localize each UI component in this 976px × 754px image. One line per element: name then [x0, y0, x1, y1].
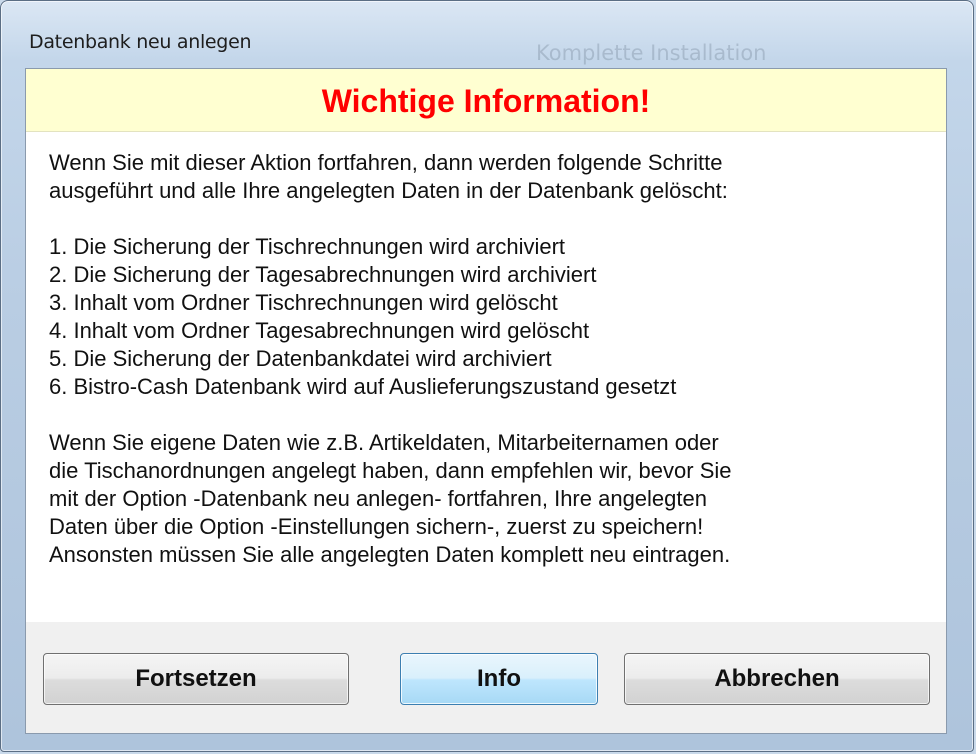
- dialog-client-area: Wichtige Information! Wenn Sie mit diese…: [25, 68, 947, 734]
- warning-banner: Wichtige Information!: [26, 69, 946, 132]
- intro-line: ausgeführt und alle Ihre angelegten Date…: [49, 178, 728, 203]
- title-bar[interactable]: Datenbank neu anlegen Komplette Installa…: [1, 1, 973, 69]
- note-line: die Tischanordnungen angelegt haben, dan…: [49, 458, 732, 483]
- warning-heading: Wichtige Information!: [321, 83, 651, 119]
- message-body: Wenn Sie mit dieser Aktion fortfahren, d…: [49, 149, 929, 569]
- step-item: 4. Inhalt vom Ordner Tagesabrechnungen w…: [49, 318, 590, 343]
- dialog-window: Datenbank neu anlegen Komplette Installa…: [0, 0, 974, 752]
- step-item: 5. Die Sicherung der Datenbankdatei wird…: [49, 346, 552, 371]
- step-item: 2. Die Sicherung der Tagesabrechnungen w…: [49, 262, 597, 287]
- intro-line: Wenn Sie mit dieser Aktion fortfahren, d…: [49, 150, 723, 175]
- note-line: mit der Option -Datenbank neu anlegen- f…: [49, 486, 707, 511]
- note-line: Ansonsten müssen Sie alle angelegten Dat…: [49, 542, 731, 567]
- continue-button[interactable]: Fortsetzen: [43, 653, 349, 705]
- step-item: 3. Inhalt vom Ordner Tischrechnungen wir…: [49, 290, 558, 315]
- content-panel: Wichtige Information! Wenn Sie mit diese…: [26, 69, 946, 622]
- step-item: 1. Die Sicherung der Tischrechnungen wir…: [49, 234, 566, 259]
- note-line: Wenn Sie eigene Daten wie z.B. Artikelda…: [49, 430, 719, 455]
- button-row: Fortsetzen Info Abbrechen: [26, 622, 946, 733]
- window-title: Datenbank neu anlegen: [29, 31, 252, 53]
- background-window-label: Komplette Installation: [536, 41, 767, 65]
- cancel-button[interactable]: Abbrechen: [624, 653, 930, 705]
- info-button[interactable]: Info: [400, 653, 598, 705]
- step-item: 6. Bistro-Cash Datenbank wird auf Auslie…: [49, 374, 677, 399]
- note-line: Daten über die Option -Einstellungen sic…: [49, 514, 704, 539]
